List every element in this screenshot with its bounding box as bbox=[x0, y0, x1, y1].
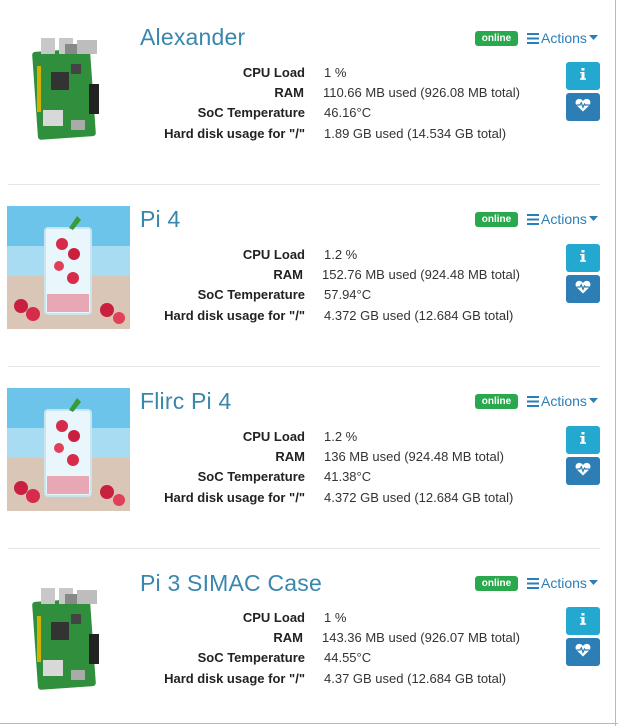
health-button[interactable] bbox=[566, 275, 600, 303]
disk-usage-value: 4.37 GB used (12.684 GB total) bbox=[324, 670, 507, 686]
status-badge: online bbox=[475, 576, 518, 591]
menu-icon bbox=[527, 577, 539, 589]
actions-dropdown[interactable]: Actions bbox=[527, 211, 598, 227]
device-name-link[interactable]: Pi 4 bbox=[140, 206, 180, 233]
cpu-load-value: 1.2 % bbox=[324, 428, 358, 444]
menu-icon bbox=[527, 395, 539, 407]
caret-down-icon bbox=[588, 580, 598, 586]
device-stats: CPU Load 1.2 % RAM 136 MB used (924.48 M… bbox=[140, 426, 520, 508]
card-divider bbox=[8, 366, 600, 367]
device-thumbnail bbox=[7, 206, 130, 329]
disk-usage-label: Hard disk usage for "/" bbox=[164, 670, 305, 686]
status-badge: online bbox=[475, 394, 518, 409]
disk-usage-label: Hard disk usage for "/" bbox=[164, 489, 305, 505]
soc-temperature-label: SoC Temperature bbox=[197, 287, 305, 303]
stat-row-temperature: SoC Temperature 41.38°C bbox=[140, 467, 520, 487]
ram-value: 136 MB used (924.48 MB total) bbox=[324, 449, 504, 465]
soc-temperature-value: 41.38°C bbox=[324, 469, 372, 485]
cpu-load-value: 1 % bbox=[324, 609, 347, 625]
stat-row-disk: Hard disk usage for "/" 4.37 GB used (12… bbox=[140, 668, 520, 688]
stat-row-temperature: SoC Temperature 57.94°C bbox=[140, 285, 520, 305]
stat-row-cpu: CPU Load 1.2 % bbox=[140, 426, 520, 446]
status-badge: online bbox=[475, 212, 518, 227]
caret-down-icon bbox=[588, 216, 598, 222]
heartbeat-icon bbox=[575, 643, 591, 662]
stat-row-ram: RAM 136 MB used (924.48 MB total) bbox=[140, 446, 520, 466]
device-stats: CPU Load 1.2 % RAM 152.76 MB used (924.4… bbox=[140, 244, 520, 326]
soc-temperature-label: SoC Temperature bbox=[197, 650, 305, 666]
actions-label: Actions bbox=[541, 393, 587, 409]
heartbeat-icon bbox=[575, 280, 591, 299]
stat-row-ram: RAM 143.36 MB used (926.07 MB total) bbox=[140, 627, 520, 647]
ram-label: RAM bbox=[275, 449, 305, 465]
frame-border-bottom bbox=[0, 723, 618, 724]
ram-value: 152.76 MB used (924.48 MB total) bbox=[321, 267, 520, 283]
info-button[interactable] bbox=[566, 426, 600, 454]
cpu-load-label: CPU Load bbox=[242, 428, 305, 444]
device-name-link[interactable]: Pi 3 SIMAC Case bbox=[140, 570, 322, 597]
menu-icon bbox=[527, 213, 539, 225]
device-thumbnail bbox=[7, 388, 130, 511]
heartbeat-icon bbox=[575, 462, 591, 481]
ram-label: RAM bbox=[273, 267, 303, 283]
info-icon bbox=[580, 249, 586, 267]
stat-row-ram: RAM 152.76 MB used (924.48 MB total) bbox=[140, 264, 520, 284]
device-card-4: Pi 3 SIMAC Case online Actions CPU Load … bbox=[0, 0, 612, 693]
card-divider bbox=[8, 184, 600, 185]
disk-usage-label: Hard disk usage for "/" bbox=[164, 307, 305, 323]
disk-usage-value: 4.372 GB used (12.684 GB total) bbox=[324, 489, 514, 505]
ram-value: 143.36 MB used (926.07 MB total) bbox=[321, 630, 520, 646]
cpu-load-label: CPU Load bbox=[242, 609, 305, 625]
health-button[interactable] bbox=[566, 638, 600, 666]
info-button[interactable] bbox=[566, 607, 600, 635]
actions-dropdown[interactable]: Actions bbox=[527, 393, 598, 409]
soc-temperature-value: 57.94°C bbox=[324, 287, 372, 303]
disk-usage-value: 4.372 GB used (12.684 GB total) bbox=[324, 307, 514, 323]
info-icon bbox=[580, 431, 586, 449]
soc-temperature-value: 44.55°C bbox=[324, 650, 372, 666]
actions-label: Actions bbox=[541, 575, 587, 591]
frame-border-right bbox=[615, 0, 616, 726]
ram-label: RAM bbox=[273, 630, 303, 646]
stat-row-disk: Hard disk usage for "/" 4.372 GB used (1… bbox=[140, 487, 520, 507]
cpu-load-value: 1.2 % bbox=[324, 246, 358, 262]
stat-row-cpu: CPU Load 1 % bbox=[140, 607, 520, 627]
info-button[interactable] bbox=[566, 244, 600, 272]
stat-row-cpu: CPU Load 1.2 % bbox=[140, 244, 520, 264]
soc-temperature-label: SoC Temperature bbox=[197, 469, 305, 485]
card-divider bbox=[8, 548, 600, 549]
device-stats: CPU Load 1 % RAM 143.36 MB used (926.07 … bbox=[140, 607, 520, 689]
stat-row-disk: Hard disk usage for "/" 4.372 GB used (1… bbox=[140, 305, 520, 325]
actions-label: Actions bbox=[541, 211, 587, 227]
caret-down-icon bbox=[588, 398, 598, 404]
info-icon bbox=[580, 612, 586, 630]
stat-row-temperature: SoC Temperature 44.55°C bbox=[140, 648, 520, 668]
cpu-load-label: CPU Load bbox=[242, 246, 305, 262]
device-thumbnail bbox=[7, 570, 130, 693]
actions-dropdown[interactable]: Actions bbox=[527, 575, 598, 591]
device-name-link[interactable]: Flirc Pi 4 bbox=[140, 388, 231, 415]
health-button[interactable] bbox=[566, 457, 600, 485]
